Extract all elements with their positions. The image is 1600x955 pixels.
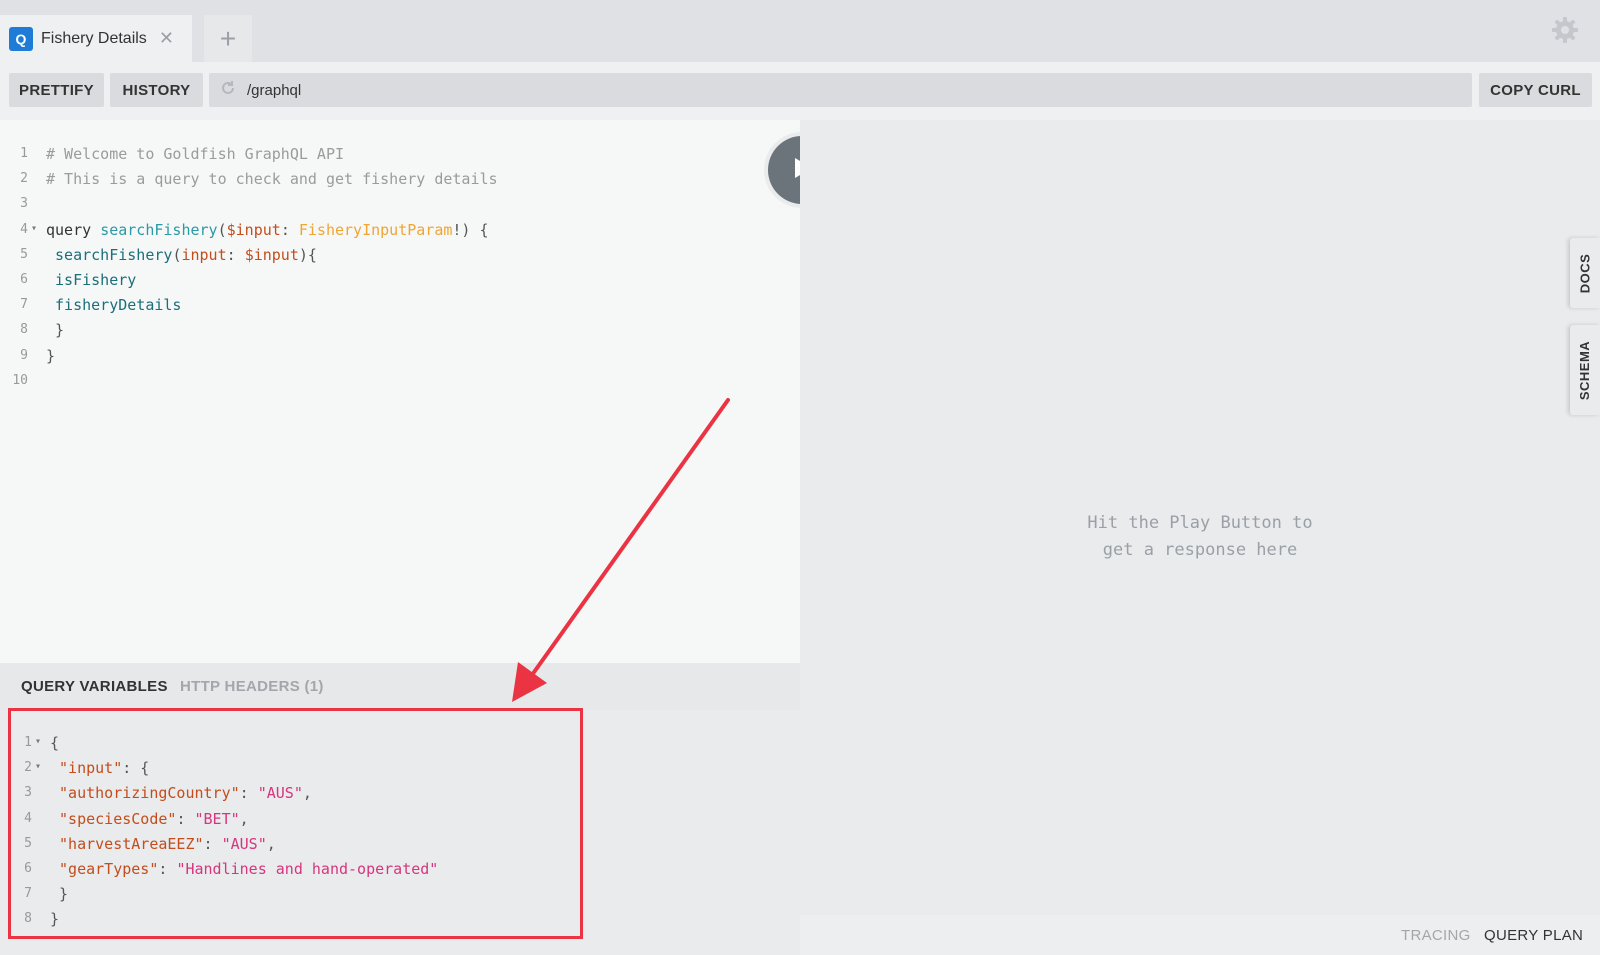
query-editor[interactable]: 1 # Welcome to Goldfish GraphQL API 2 # Thi…	[0, 120, 800, 663]
line-number: 2	[20, 171, 28, 187]
code-token: $input	[226, 220, 281, 239]
code-token: ){	[298, 245, 317, 264]
query-tab-badge: Q	[9, 26, 33, 51]
tab-title: Fishery Details	[41, 29, 147, 47]
tab-http-headers[interactable]: HTTP HEADERS (1)	[180, 678, 324, 695]
tab-query-variables[interactable]: QUERY VARIABLES	[21, 678, 168, 695]
reload-icon[interactable]	[219, 79, 237, 102]
tab-fishery-details[interactable]: Q Fishery Details ✕	[0, 15, 192, 62]
query-plan-button[interactable]: QUERY PLAN	[1484, 927, 1583, 944]
code-token: # Welcome to Goldfish GraphQL API	[46, 145, 345, 163]
code-token: searchFishery	[46, 245, 173, 264]
code-line: }	[46, 321, 64, 346]
code-line: }	[46, 347, 55, 372]
code-token: searchFishery	[100, 220, 218, 239]
endpoint-url-field[interactable]: /graphql	[209, 73, 1472, 107]
line-number: 1	[20, 146, 28, 161]
code-line: # This is a query to check and get fishe…	[46, 170, 498, 195]
code-token: # This is a query to check and get fishe…	[46, 170, 498, 189]
history-button[interactable]: HISTORY	[110, 73, 203, 107]
tab-bar: Q Fishery Details ✕ +	[0, 0, 1600, 62]
result-pane: Hit the Play Button to get a response he…	[800, 120, 1600, 915]
code-token: :	[280, 220, 299, 239]
variables-header: QUERY VARIABLES HTTP HEADERS (1)	[0, 663, 800, 710]
code-line: # Welcome to Goldfish GraphQL API	[46, 145, 344, 170]
code-line: searchFishery(input: $input){	[46, 246, 317, 271]
fold-arrow-icon[interactable]: ▾	[31, 223, 37, 248]
schema-tab-label: SCHEMA	[1577, 340, 1593, 400]
code-token: !) {	[452, 220, 489, 239]
code-line: fisheryDetails	[46, 296, 181, 321]
code-token: $input	[244, 245, 299, 264]
code-token: input	[181, 245, 227, 264]
line-number: 9	[20, 347, 28, 363]
line-number: 6	[20, 272, 28, 287]
gear-icon[interactable]	[1550, 15, 1580, 45]
code-line: isFishery	[46, 271, 136, 296]
footer-bar: TRACING QUERY PLAN	[800, 915, 1600, 955]
line-number: 3	[20, 196, 28, 212]
code-token: :	[226, 245, 245, 264]
docs-tab[interactable]: DOCS	[1570, 238, 1600, 308]
code-token: FisheryInputParam	[298, 220, 453, 239]
line-number: 5	[20, 246, 28, 262]
result-hint: Hit the Play Button to get a response he…	[800, 510, 1600, 564]
line-number: 8	[20, 322, 28, 338]
line-number: 7	[20, 297, 28, 313]
close-icon[interactable]: ✕	[159, 28, 174, 49]
endpoint-url: /graphql	[247, 81, 302, 99]
code-token: isFishery	[46, 271, 137, 289]
code-line: query searchFishery($input: FisheryInput…	[46, 221, 489, 246]
result-hint-line-1: Hit the Play Button to	[1087, 513, 1313, 533]
tracing-button[interactable]: TRACING	[1401, 927, 1471, 944]
code-token: }	[46, 346, 56, 365]
copy-curl-button[interactable]: COPY CURL	[1479, 73, 1592, 107]
code-token: }	[46, 321, 65, 340]
schema-tab[interactable]: SCHEMA	[1570, 325, 1600, 415]
code-token: fisheryDetails	[46, 296, 182, 315]
docs-tab-label: DOCS	[1577, 253, 1593, 293]
result-hint-line-2: get a response here	[1102, 540, 1298, 560]
code-token: (	[217, 220, 227, 239]
line-number: 10	[12, 372, 28, 388]
annotation-highlight-box	[8, 708, 583, 939]
line-number: 4	[20, 221, 28, 237]
toolbar: PRETTIFY HISTORY /graphql COPY CURL	[0, 62, 1600, 120]
add-tab-button[interactable]: +	[204, 15, 252, 62]
prettify-button[interactable]: PRETTIFY	[9, 73, 104, 107]
code-token: query	[46, 220, 101, 239]
